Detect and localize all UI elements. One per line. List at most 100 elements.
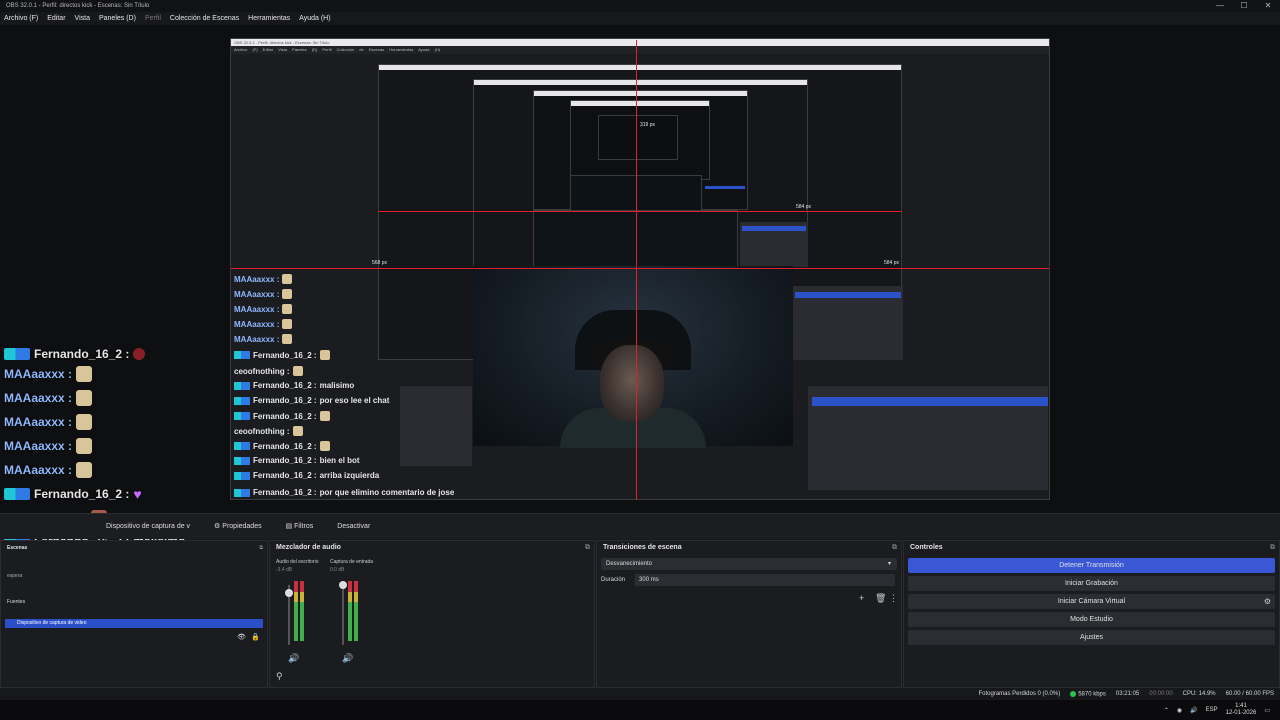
dock-options-icon[interactable]: ⧉	[892, 541, 897, 555]
menu-edit[interactable]: Editar	[47, 12, 65, 25]
nested-chat-message: MAAaaxxx :	[234, 319, 293, 329]
scenes-dock: Escenas ⧉ espera Fuentes Dispositivo de c…	[0, 540, 268, 688]
language-indicator[interactable]: ESP	[1206, 707, 1218, 713]
dock-options-icon[interactable]: ⧉	[259, 541, 263, 555]
measure-left: 568 px	[372, 260, 388, 266]
nested-chat-message: Fernando_16_2 : por que elimino comentari…	[234, 488, 454, 497]
chevron-up-icon[interactable]: ⌃	[1164, 707, 1169, 714]
measure-right-inner: 584 px	[796, 204, 812, 210]
chat-badge-icon	[234, 396, 250, 405]
menu-view[interactable]: Vista	[75, 12, 90, 25]
chat-badge-icon	[234, 488, 250, 497]
chat-username: MAAaaxxx :	[4, 463, 73, 477]
duration-label: Duración	[601, 577, 626, 583]
studio-mode-button[interactable]: Modo Estudio	[908, 612, 1275, 627]
volume-icon[interactable]: 🔊	[1190, 707, 1197, 714]
menu-help[interactable]: Ayuda (H)	[299, 12, 330, 25]
nested-chat-username: Fernando_16_2 :	[253, 396, 317, 405]
gear-icon[interactable]: ⚙	[1264, 594, 1271, 609]
chat-badge-icon	[234, 412, 250, 420]
chat-badge-icon	[234, 381, 250, 390]
nested-stop-main	[812, 397, 1048, 406]
trash-icon[interactable]: 🗑	[875, 593, 886, 604]
nested-frame-5	[598, 115, 678, 160]
chat-message: MAAaaxxx :	[4, 366, 93, 382]
nested-chat-message: Fernando_16_2 : bien el bot	[234, 456, 360, 465]
menu-tools[interactable]: Herramientas	[248, 12, 290, 25]
menu-docks[interactable]: Paneles (D)	[99, 12, 136, 25]
duration-row: Duración 300 ms	[601, 574, 897, 586]
add-icon[interactable]: +	[859, 593, 864, 603]
volume-icon[interactable]: 🔊	[342, 653, 353, 664]
transition-selected: Desvanecimiento	[606, 561, 653, 567]
deactivate-button[interactable]: Desactivar	[331, 520, 376, 534]
mixer-channel-1: Audio del escritorio	[276, 559, 319, 565]
guide-horizontal	[231, 268, 1049, 269]
nested-chat-username: Fernando_16_2 :	[253, 350, 317, 360]
scene-item[interactable]: espera	[1, 555, 267, 579]
virtual-camera-button[interactable]: Iniciar Cámara Virtual ⚙	[908, 594, 1275, 609]
dock-options-icon[interactable]: ⧉	[1270, 541, 1275, 555]
heart-emote-icon: ♥	[133, 486, 142, 502]
nested-chat-username: MAAaaxxx :	[234, 334, 280, 344]
maximize-button[interactable]: ☐	[1232, 0, 1256, 12]
nested-chat-username: MAAaaxxx :	[234, 274, 280, 284]
nested-chat-text: malisimo	[319, 381, 355, 390]
filters-button[interactable]: ▤ Filtros	[280, 520, 320, 534]
source-item-video[interactable]: Dispositivo de captura de video	[5, 619, 263, 628]
nested-chat-text: por eso lee el chat	[319, 396, 390, 405]
nested-chat-message: ceoofnothing :	[234, 426, 303, 436]
rec-time: 00:00:00	[1149, 691, 1173, 697]
properties-button[interactable]: ⚙ Propiedades	[208, 520, 268, 534]
link-icon[interactable]: ⚲	[276, 671, 283, 682]
nested-chat-message: MAAaaxxx :	[234, 304, 293, 314]
start-recording-button[interactable]: Iniciar Grabación	[908, 576, 1275, 591]
tile-emote-icon	[76, 366, 93, 382]
more-icon[interactable]: ⋮	[889, 593, 898, 604]
chat-username: MAAaaxxx :	[4, 391, 73, 405]
mixer-fader-2[interactable]	[342, 585, 344, 645]
chat-message: Fernando_16_2 :	[4, 347, 146, 361]
volume-icon[interactable]: 🔊	[288, 653, 299, 664]
nested-chat-message: Fernando_16_2 : malisimo	[234, 381, 354, 390]
chat-username: MAAaaxxx :	[4, 415, 73, 429]
webcam-face	[600, 345, 664, 421]
chat-badge-icon	[4, 488, 30, 500]
taskbar: ⌃ ◉ 🔊 ESP 1:41 12-01-2026 ▭	[0, 700, 1280, 720]
eye-icon[interactable]: 👁	[237, 633, 246, 641]
mixer-fader-1-knob[interactable]	[285, 589, 293, 597]
mixer-meter-1b	[300, 581, 304, 641]
chat-message: MAAaaxxx :	[4, 414, 93, 430]
stop-stream-button[interactable]: Detener Transmisión	[908, 558, 1275, 573]
red-emote-icon	[133, 348, 146, 360]
duration-input[interactable]: 300 ms	[635, 574, 896, 586]
clock-date: 12-01-2026	[1225, 710, 1257, 716]
nested-chat-message: Fernando_16_2 :	[234, 411, 330, 421]
nested-mixer	[400, 386, 472, 466]
menu-file[interactable]: Archivo (F)	[4, 12, 38, 25]
minimize-button[interactable]: —	[1208, 0, 1232, 12]
dock-options-icon[interactable]: ⧉	[585, 541, 590, 555]
network-icon[interactable]: ◉	[1177, 707, 1182, 714]
tile-emote-icon	[76, 462, 93, 478]
window-controls: — ☐ ✕	[1208, 0, 1280, 12]
clock[interactable]: 1:41 12-01-2026	[1226, 703, 1257, 717]
notification-icon[interactable]: ▭	[1264, 707, 1270, 714]
menu-profile[interactable]: Perfil	[145, 12, 161, 25]
scenes-title: Escenas	[7, 545, 28, 551]
nested-chat-username: Fernando_16_2 :	[253, 441, 317, 451]
menu-scene-collection[interactable]: Colección de Escenas	[170, 12, 239, 25]
mixer-channel-2: Captura de entrada	[330, 559, 374, 565]
mixer-title: Mezclador de audio	[276, 544, 341, 551]
mixer-fader-2-knob[interactable]	[339, 581, 347, 589]
source-toolbar: Dispositivo de captura de v ⚙ Propiedade…	[0, 513, 1280, 539]
bitrate-value: 5870 kbps	[1078, 691, 1106, 698]
lock-icon[interactable]: 🔒	[251, 633, 260, 641]
cpu-usage: CPU: 14.9%	[1182, 691, 1216, 697]
close-button[interactable]: ✕	[1256, 0, 1280, 12]
settings-button[interactable]: Ajustes	[908, 630, 1275, 645]
nested-chat-message: Fernando_16_2 :	[234, 441, 330, 451]
properties-label: Propiedades	[222, 522, 262, 530]
chat-badge-icon	[234, 471, 250, 480]
transition-select[interactable]: Desvanecimiento ▾	[601, 558, 897, 570]
